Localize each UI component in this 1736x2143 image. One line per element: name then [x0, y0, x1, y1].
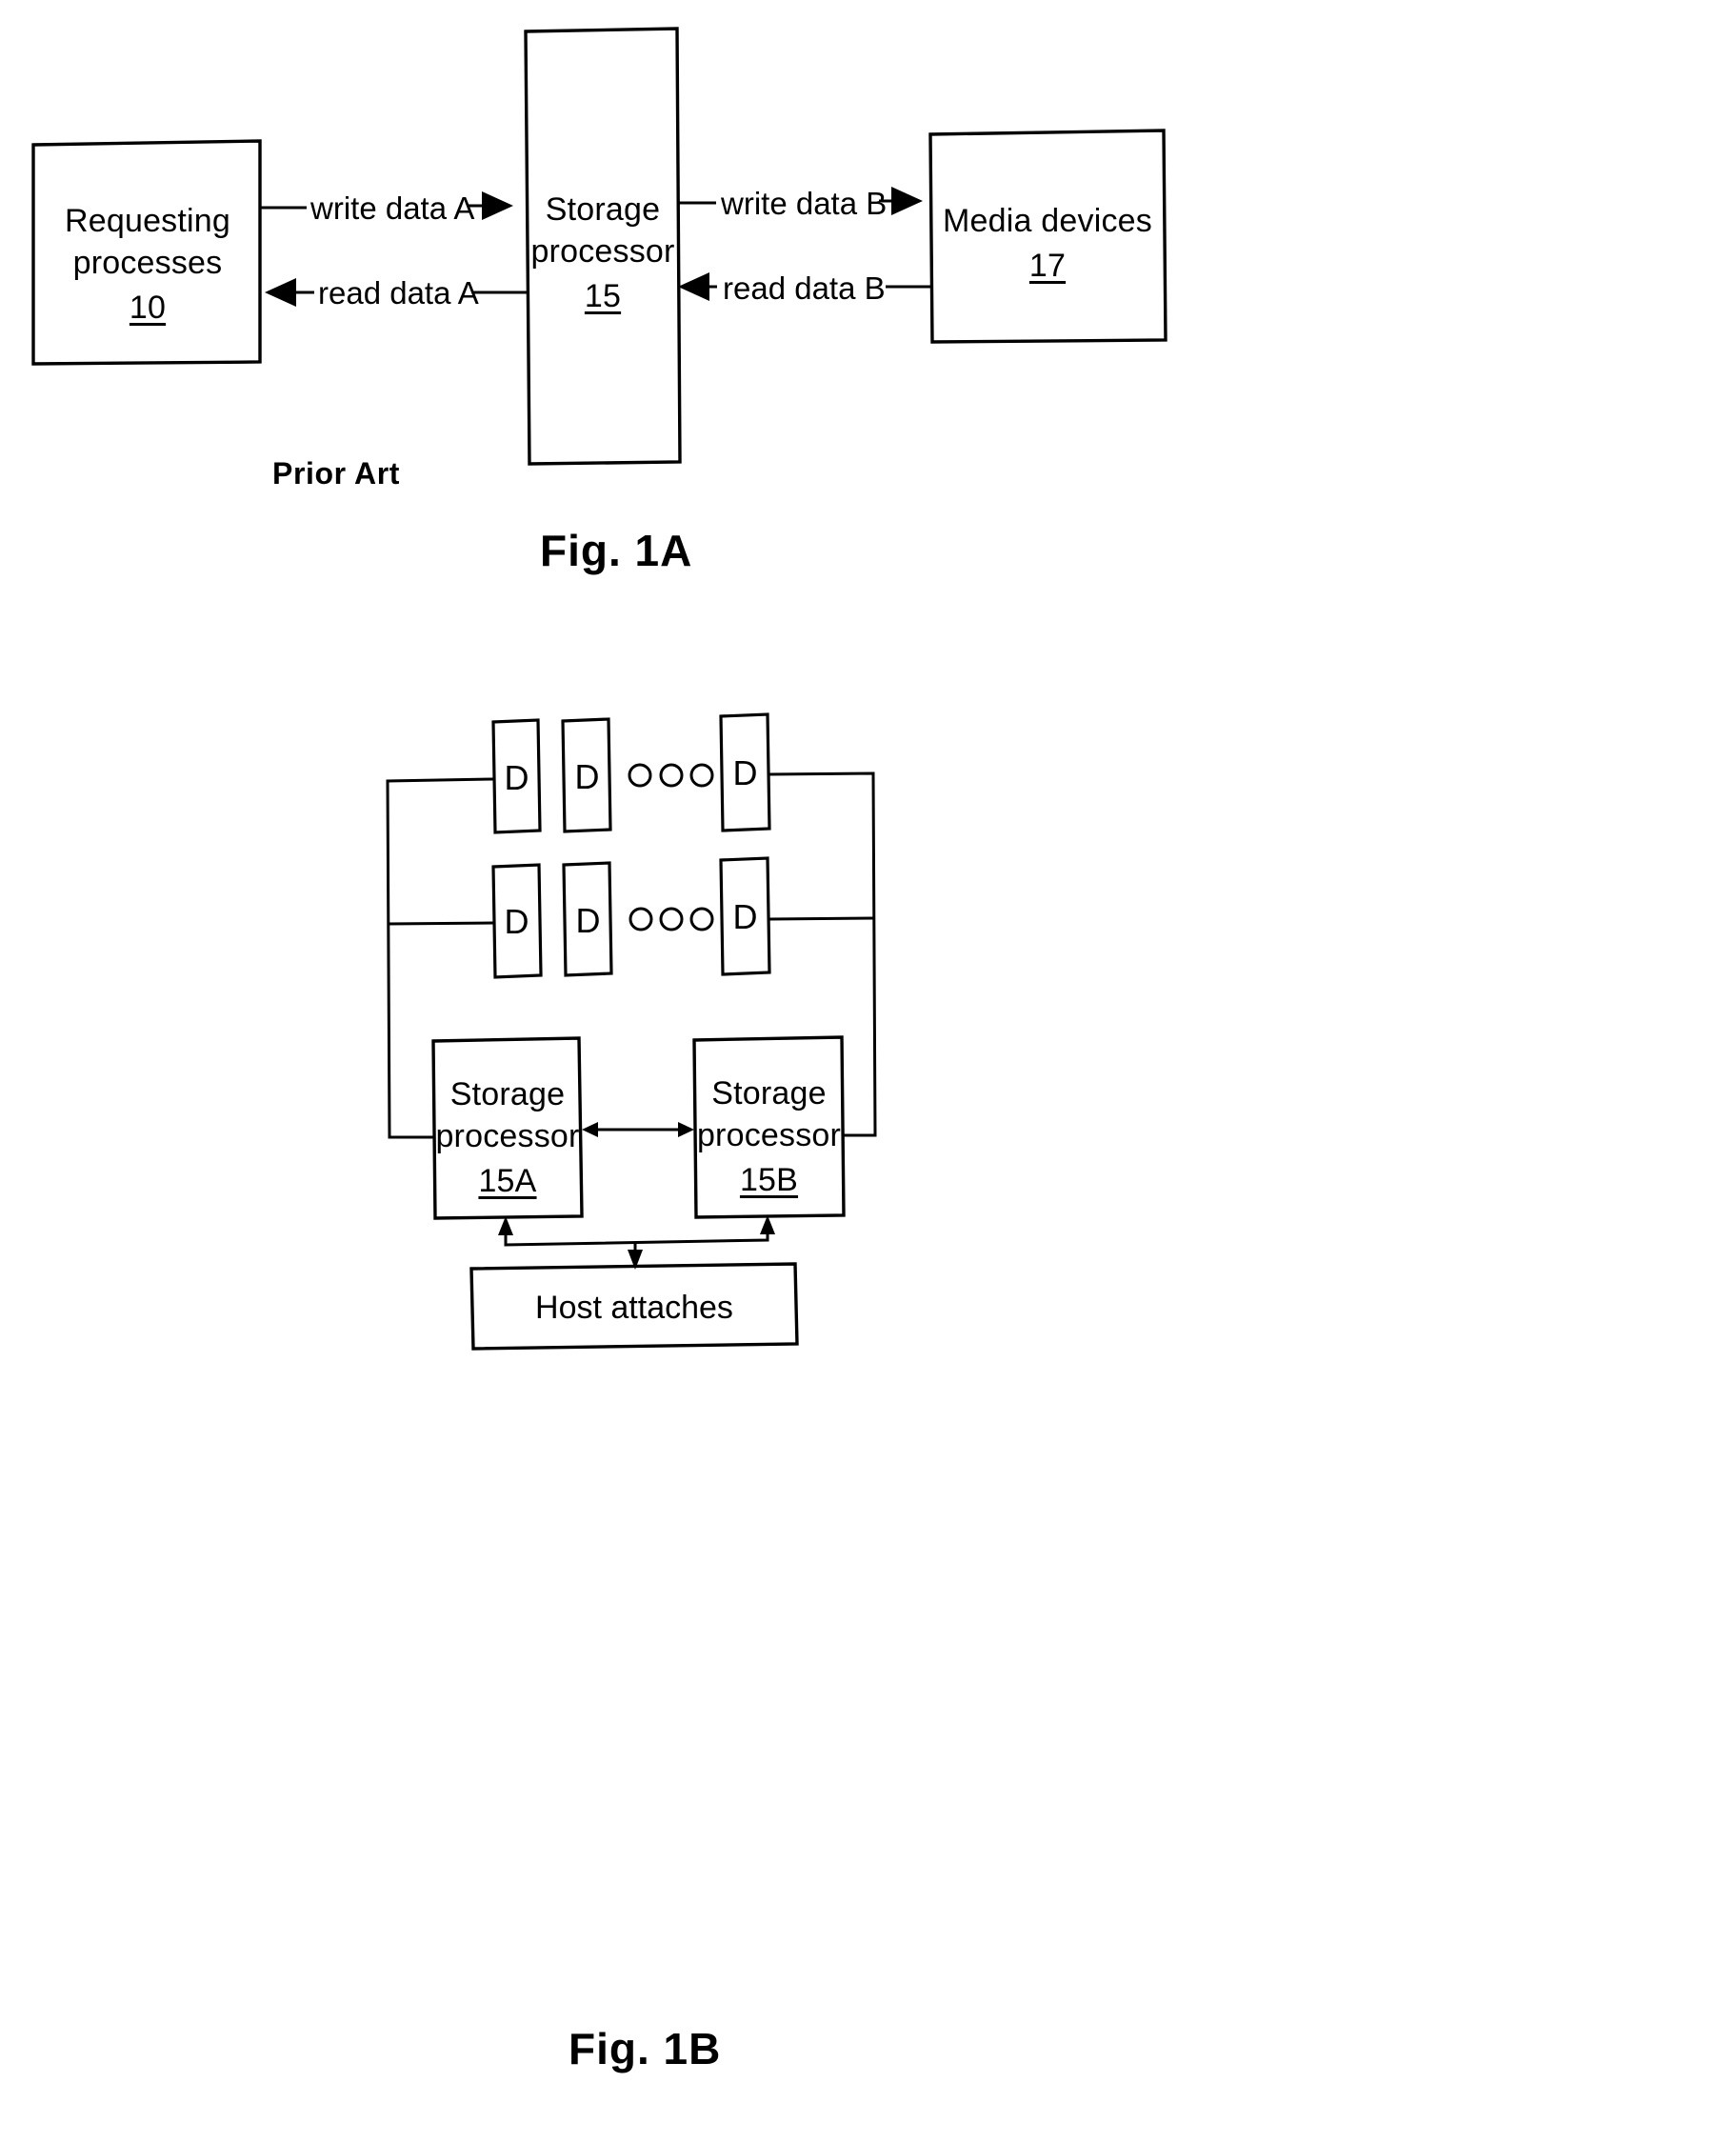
storage-processor-line1: Storage [545, 191, 661, 228]
fig1b-storage-processor-b-label: Storage processor 15B [695, 1072, 843, 1202]
fig1a-write-data-a-label: write data A [310, 190, 475, 226]
fig1b-interconnect-arrow [582, 1122, 694, 1137]
media-devices-ref: 17 [1028, 248, 1067, 285]
fig1a-read-data-a-label: read data A [318, 275, 479, 310]
storage-processor-line2: processor [530, 233, 675, 270]
requesting-processes-line2: processes [72, 245, 223, 282]
fig1b-device-bottom-1: D [504, 902, 529, 941]
fig1a-caption: Fig. 1A [540, 526, 693, 575]
fig1a-write-data-b-label: write data B [721, 186, 888, 221]
storage-processor-b-ref: 15B [739, 1162, 799, 1199]
requesting-processes-line1: Requesting [64, 203, 230, 239]
storage-processor-a-ref: 15A [478, 1163, 537, 1200]
storage-processor-a-line2: processor [435, 1118, 580, 1155]
fig1b-device-top-3: D [732, 753, 758, 792]
fig1b-device-bottom-2: D [575, 901, 601, 940]
fig1a-requesting-processes-label: Requesting processes 10 [33, 200, 262, 330]
fig1a-storage-processor-label: Storage processor 15 [527, 189, 679, 318]
fig1b-device-top-2: D [574, 757, 600, 796]
fig1a-prior-art-label: Prior Art [272, 456, 401, 491]
fig1b-host-bus [498, 1215, 775, 1270]
storage-processor-a-line1: Storage [449, 1076, 566, 1112]
storage-processor-b-line2: processor [696, 1117, 842, 1154]
storage-processor-b-line1: Storage [711, 1075, 827, 1112]
fig1a-media-devices-label: Media devices 17 [930, 200, 1165, 287]
fig1b-host-attaches-label: Host attaches [535, 1290, 733, 1326]
fig1a-read-data-b-label: read data B [723, 270, 886, 306]
fig1b-device-bottom-3: D [732, 897, 758, 936]
media-devices-line1: Media devices [943, 203, 1152, 239]
fig1b-caption: Fig. 1B [569, 2024, 722, 2073]
storage-processor-ref: 15 [584, 278, 622, 315]
requesting-processes-ref: 10 [129, 290, 167, 327]
fig1b-storage-processor-a-label: Storage processor 15A [434, 1073, 581, 1203]
fig1b-device-top-1: D [504, 758, 529, 797]
patent-figure-page: Requesting processes 10 Storage processo… [0, 0, 1736, 2143]
